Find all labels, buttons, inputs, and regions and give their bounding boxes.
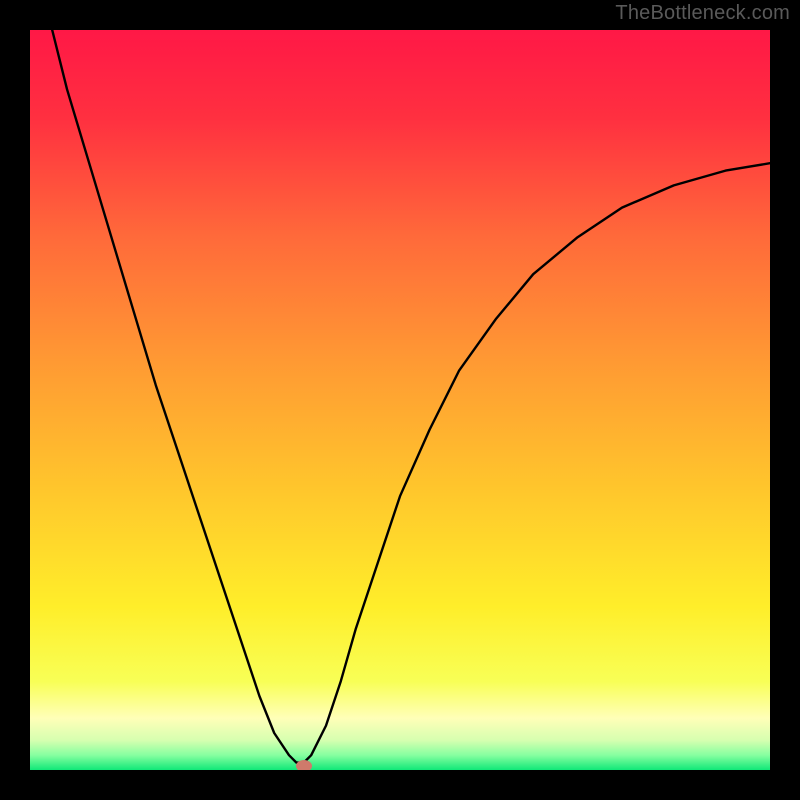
plot-area — [30, 30, 770, 770]
watermark-text: TheBottleneck.com — [615, 2, 790, 25]
bottleneck-curve — [30, 30, 770, 770]
optimal-point-marker — [296, 760, 312, 770]
chart-container: TheBottleneck.com — [0, 0, 800, 800]
